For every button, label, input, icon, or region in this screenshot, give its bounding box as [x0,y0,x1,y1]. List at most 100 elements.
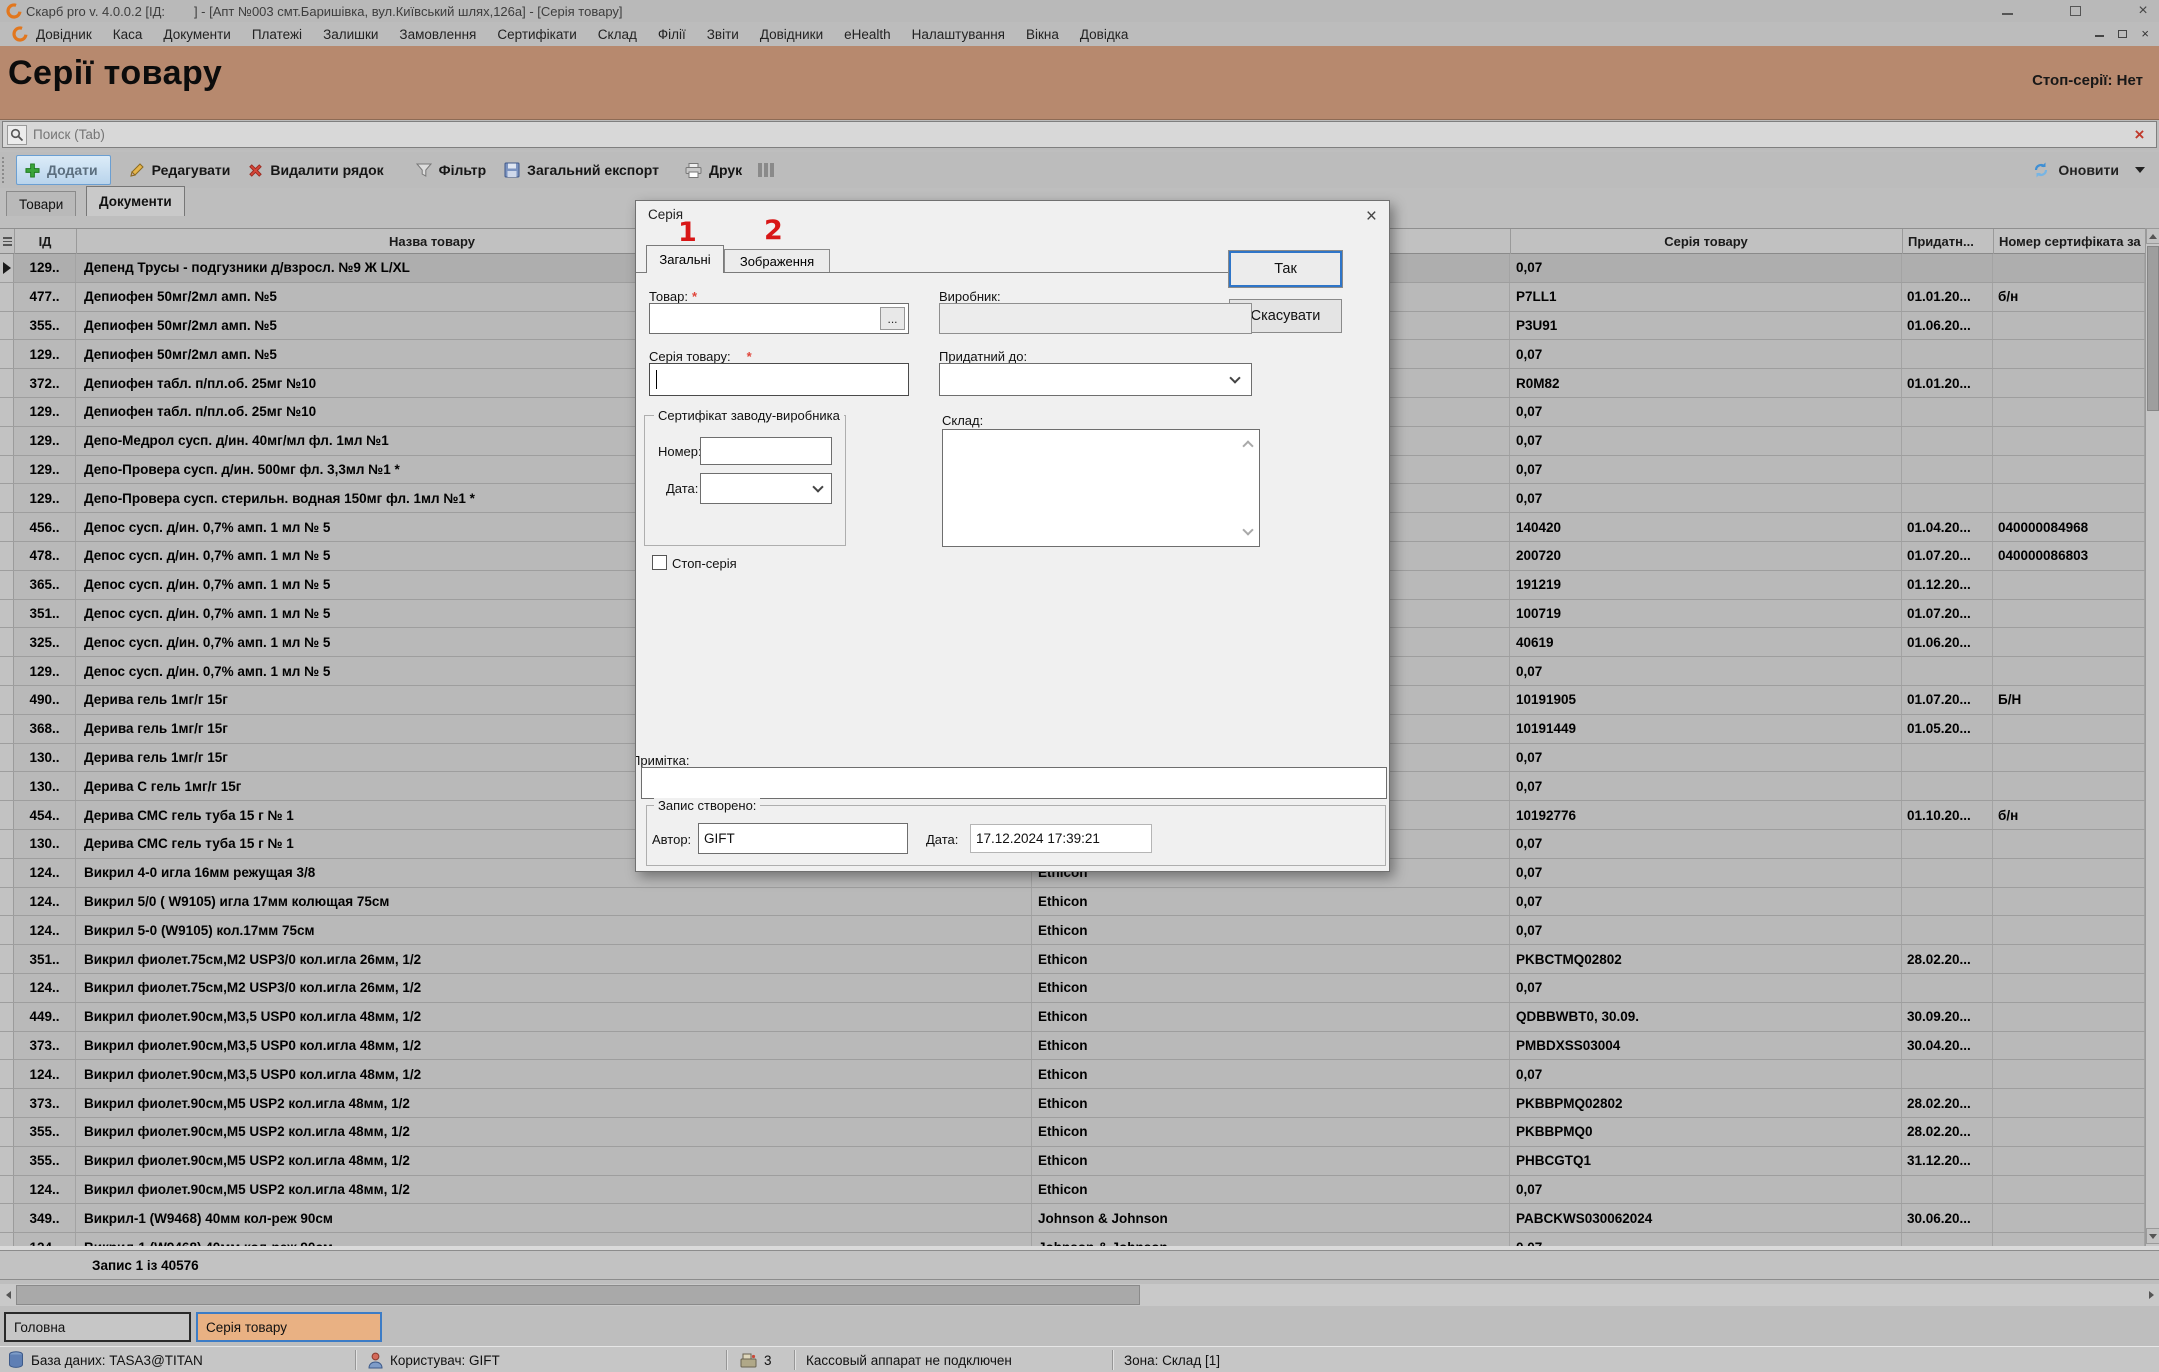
cell-series[interactable]: 0,07 [1510,657,1902,685]
cell-series[interactable]: 0,07 [1510,859,1902,887]
close-icon[interactable]: × [2135,3,2151,19]
cell-id[interactable]: 355.. [14,1147,76,1175]
cell-id[interactable]: 449.. [14,1003,76,1031]
cell-id[interactable]: 325.. [14,628,76,656]
cell-certificate[interactable]: Б/Н [1993,686,2145,714]
cell-valid-until[interactable]: 01.01.20... [1902,369,1993,397]
cell-id[interactable]: 365.. [14,571,76,599]
cell-id[interactable]: 368.. [14,715,76,743]
cell-name[interactable]: Викрил фиолет.90см,М3,5 USP0 кол.игла 48… [76,1003,1032,1031]
menu-dovidnyk[interactable]: Довідник [36,27,92,42]
cell-valid-until[interactable] [1902,888,1993,916]
cell-certificate[interactable] [1993,1204,2145,1232]
cell-series[interactable]: 0,07 [1510,744,1902,772]
table-row[interactable]: 355..Викрил фиолет.90см,М5 USP2 кол.игла… [0,1118,2145,1147]
cell-certificate[interactable] [1993,484,2145,512]
bottom-tab-series[interactable]: Серія товару [196,1312,382,1342]
export-button[interactable]: Загальний експорт [504,162,659,178]
cell-valid-until[interactable] [1902,1060,1993,1088]
column-header-id[interactable]: ІД [14,229,76,254]
cell-name[interactable]: Викрил фиолет.90см,М3,5 USP0 кол.игла 48… [76,1032,1032,1060]
cell-certificate[interactable] [1993,571,2145,599]
cell-id[interactable]: 129.. [14,340,76,368]
cell-certificate[interactable] [1993,600,2145,628]
cell-valid-until[interactable]: 01.07.20... [1902,542,1993,570]
cell-id[interactable]: 129.. [14,484,76,512]
minimize-icon[interactable] [1999,3,2015,19]
cell-valid-until[interactable]: 01.06.20... [1902,312,1993,340]
table-row[interactable]: 124..Викрил фиолет.75см,М2 USP3/0 кол.иг… [0,974,2145,1003]
cell-series[interactable]: PABCKWS030062024 [1510,1204,1902,1232]
dialog-close-icon[interactable]: × [1366,206,1377,228]
cell-valid-until[interactable] [1902,744,1993,772]
valid-until-combobox[interactable] [939,363,1252,396]
restore-icon[interactable] [2067,3,2083,19]
cell-certificate[interactable] [1993,456,2145,484]
cell-valid-until[interactable] [1902,916,1993,944]
cell-certificate[interactable] [1993,1003,2145,1031]
menu-ehealth[interactable]: eHealth [844,27,891,42]
column-header-cert[interactable]: Номер сертифіката за [1999,229,2145,254]
cell-valid-until[interactable] [1902,830,1993,858]
cell-certificate[interactable] [1993,715,2145,743]
mdi-restore-icon[interactable] [2118,30,2127,38]
cell-certificate[interactable] [1993,312,2145,340]
cell-series[interactable]: PHBCGTQ1 [1510,1147,1902,1175]
cell-name[interactable]: Викрил фиолет.75см,М2 USP3/0 кол.игла 26… [76,974,1032,1002]
cell-series[interactable]: P3U91 [1510,312,1902,340]
cell-manufacturer[interactable]: Ethicon [1032,1089,1510,1117]
cell-manufacturer[interactable]: Ethicon [1032,1060,1510,1088]
cell-series[interactable]: 10191449 [1510,715,1902,743]
cell-series[interactable]: R0M82 [1510,369,1902,397]
cell-id[interactable]: 373.. [14,1032,76,1060]
cell-series[interactable]: 0,07 [1510,1060,1902,1088]
cell-series[interactable]: PKBCTMQ02802 [1510,945,1902,973]
cell-series[interactable]: 0,07 [1510,340,1902,368]
cell-valid-until[interactable] [1902,772,1993,800]
cell-name[interactable]: Викрил-1 (W9468) 40мм кол-реж 90см [76,1204,1032,1232]
refresh-button[interactable]: Оновити [2032,161,2145,179]
cell-certificate[interactable] [1993,1060,2145,1088]
cell-valid-until[interactable]: 01.07.20... [1902,600,1993,628]
menu-dovidka[interactable]: Довідка [1080,27,1129,42]
menu-zalyshky[interactable]: Залишки [323,27,378,42]
cell-id[interactable]: 349.. [14,1204,76,1232]
cert-date-combobox[interactable] [700,473,832,504]
cell-valid-until[interactable] [1902,456,1993,484]
scroll-right-icon[interactable] [2143,1284,2159,1306]
cell-certificate[interactable] [1993,1089,2145,1117]
cell-certificate[interactable] [1993,628,2145,656]
stop-series-checkbox[interactable] [652,555,667,570]
cell-series[interactable]: 40619 [1510,628,1902,656]
cell-id[interactable]: 130.. [14,830,76,858]
cell-valid-until[interactable]: 01.12.20... [1902,571,1993,599]
cell-name[interactable]: Викрил фиолет.75см,М2 USP3/0 кол.игла 26… [76,945,1032,973]
chevron-down-icon[interactable] [1229,372,1240,383]
menu-sklad[interactable]: Склад [598,27,637,42]
cell-certificate[interactable] [1993,657,2145,685]
scroll-down-icon[interactable] [1242,524,1253,535]
cell-id[interactable]: 129.. [14,456,76,484]
table-row[interactable]: 373..Викрил фиолет.90см,М5 USP2 кол.игла… [0,1089,2145,1118]
cell-series[interactable]: 200720 [1510,542,1902,570]
cell-series[interactable]: 0,07 [1510,772,1902,800]
scroll-up-icon[interactable] [2146,228,2159,244]
cell-series[interactable]: 0,07 [1510,254,1902,282]
cell-id[interactable]: 355.. [14,312,76,340]
cell-id[interactable]: 490.. [14,686,76,714]
menu-dovidnyky[interactable]: Довідники [760,27,823,42]
menu-dokumenty[interactable]: Документи [163,27,230,42]
cell-valid-until[interactable]: 01.04.20... [1902,513,1993,541]
cell-name[interactable]: Викрил фиолет.90см,М5 USP2 кол.игла 48мм… [76,1089,1032,1117]
mdi-minimize-icon[interactable] [2095,31,2104,37]
menu-zamovlennia[interactable]: Замовлення [399,27,476,42]
cell-id[interactable]: 355.. [14,1118,76,1146]
dialog-tab-image[interactable]: Зображення [724,249,830,273]
cell-id[interactable]: 456.. [14,513,76,541]
cell-certificate[interactable] [1993,340,2145,368]
cell-id[interactable]: 454.. [14,801,76,829]
cell-valid-until[interactable]: 31.12.20... [1902,1147,1993,1175]
cell-certificate[interactable] [1993,1118,2145,1146]
table-row[interactable]: 124..Викрил 5-0 (W9105) кол.17мм 75смEth… [0,916,2145,945]
cell-certificate[interactable]: 040000086803 [1993,542,2145,570]
